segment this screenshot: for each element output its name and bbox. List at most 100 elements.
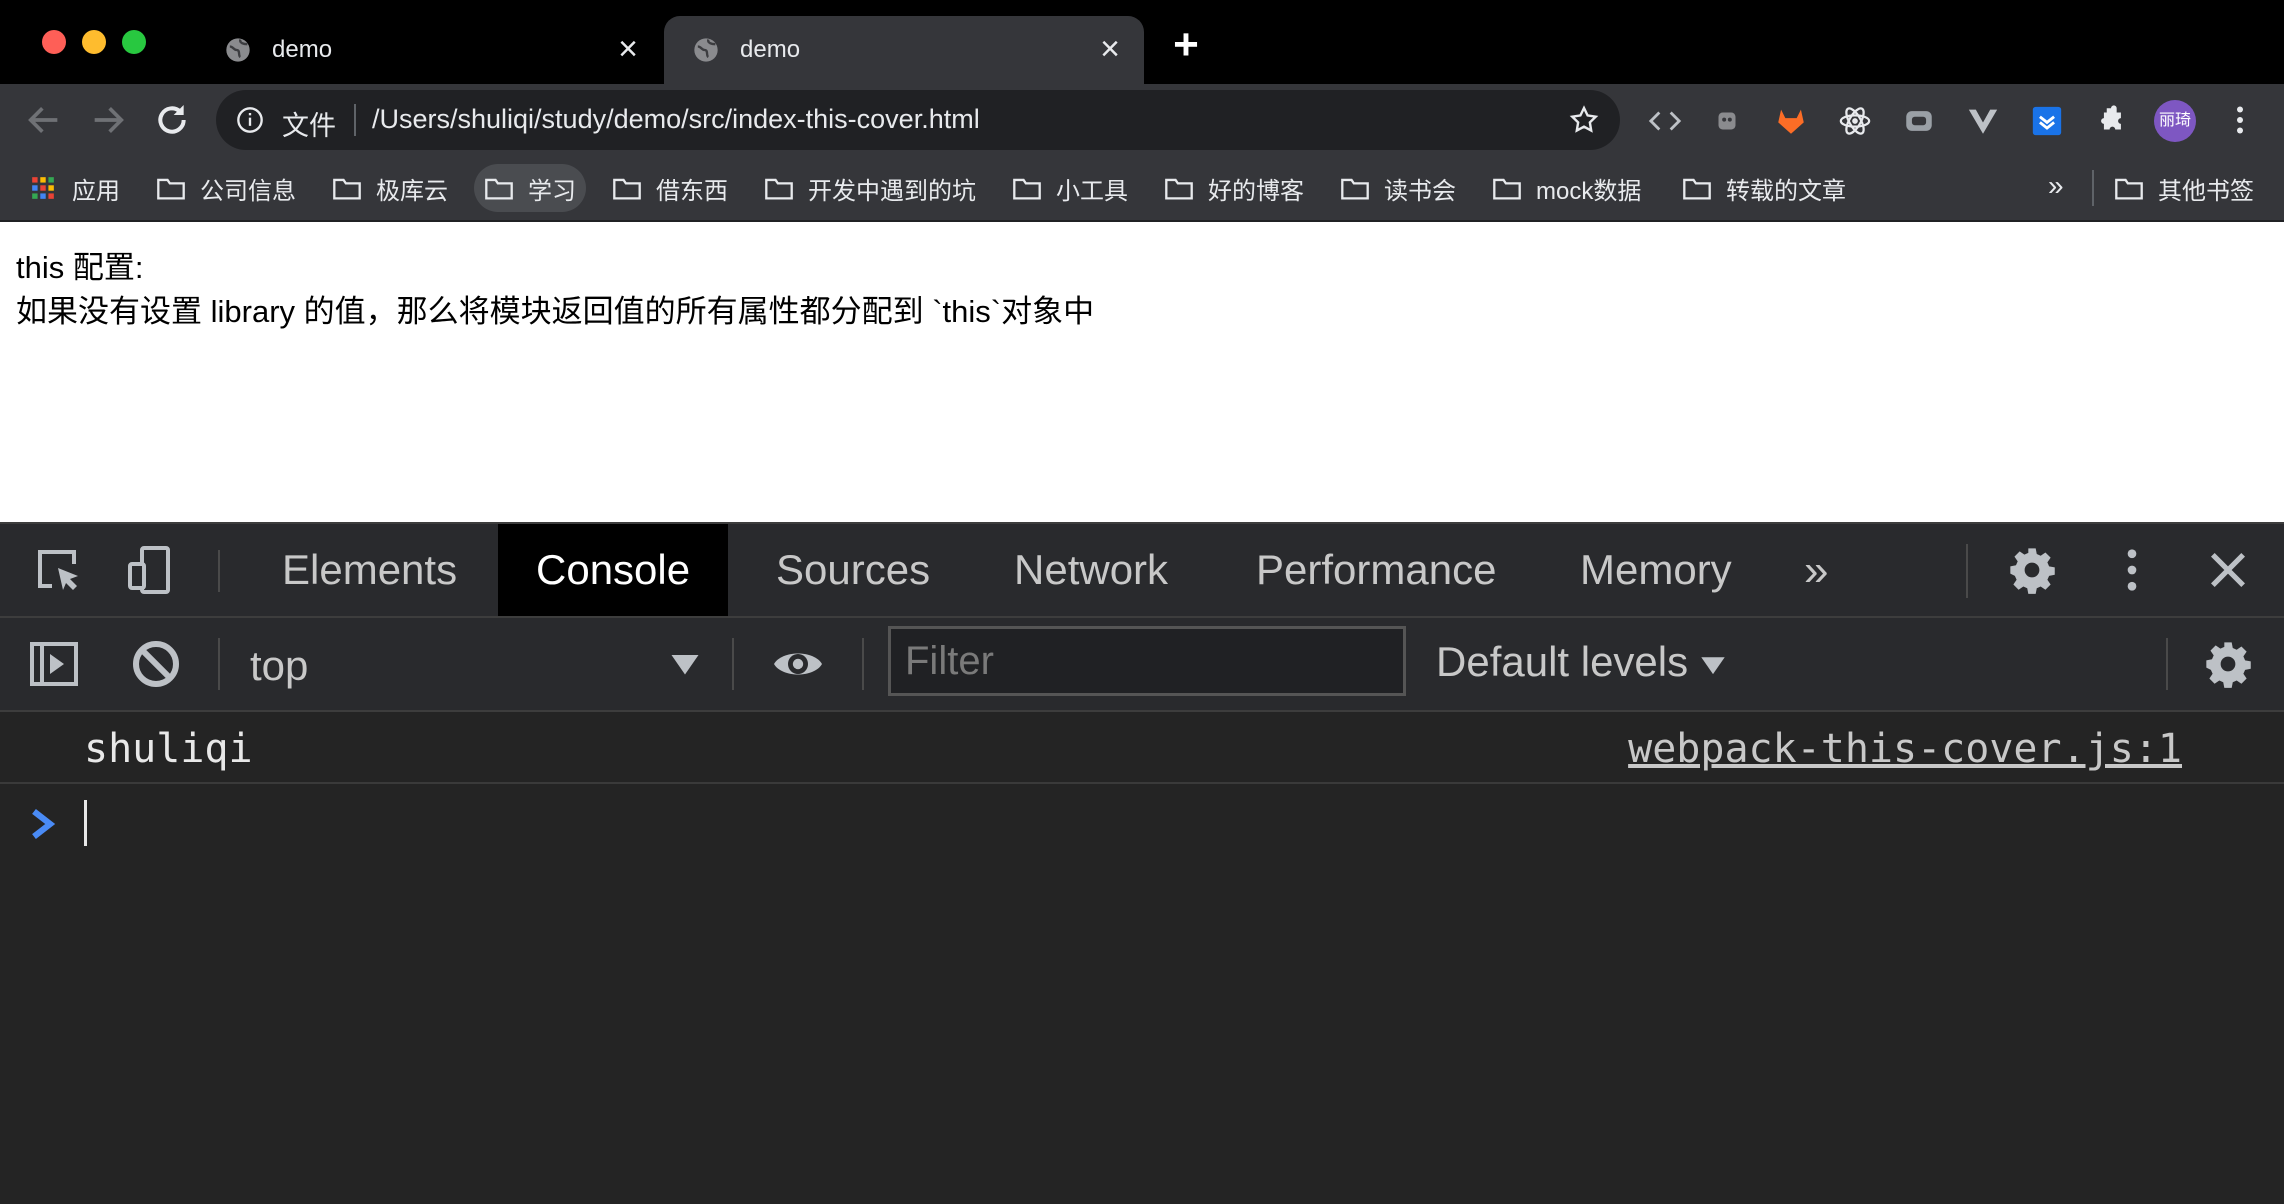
bookmark-folder[interactable]: mock数据 [1482, 164, 1651, 212]
close-icon[interactable] [2202, 544, 2254, 596]
bookmarks-bar: 应用 公司信息 极库云 学习 借东西 开发中遇到的坑 小工具 好的博客 读书会 … [0, 156, 2284, 222]
more-vertical-icon[interactable] [2106, 544, 2158, 596]
folder-icon [765, 178, 793, 200]
bookmark-folder[interactable]: 极库云 [322, 164, 458, 212]
bookmarks-overflow-button[interactable]: » [2048, 170, 2064, 202]
tab-memory[interactable]: Memory [1542, 524, 1770, 616]
page-text-line: 如果没有设置 library 的值，那么将模块返回值的所有属性都分配到 `thi… [16, 294, 1095, 329]
browser-tab-1[interactable]: demo × [196, 16, 662, 84]
bookmark-label: 读书会 [1384, 177, 1456, 205]
omnibox-divider [354, 104, 356, 136]
json-extension-icon[interactable] [1902, 104, 1936, 138]
back-arrow-icon[interactable] [24, 100, 64, 140]
bookmark-label: 其他书签 [2158, 177, 2254, 205]
text-caret [84, 800, 87, 846]
log-levels-label: Default levels [1436, 638, 1689, 685]
devtools-divider [732, 638, 734, 690]
url-text[interactable]: /Users/shuliqi/study/demo/src/index-this… [372, 104, 980, 135]
page-text-line: this 配置: [16, 250, 144, 285]
browser-tab-2-active[interactable]: demo × [664, 16, 1144, 84]
context-selector[interactable]: top [250, 642, 308, 690]
devtools-divider [1966, 544, 1968, 598]
browser-toolbar: 文件 /Users/shuliqi/study/demo/src/index-t… [0, 84, 2284, 156]
bookmark-star-icon[interactable] [1568, 104, 1600, 136]
device-toolbar-icon[interactable] [124, 544, 176, 596]
bookmark-apps[interactable]: 应用 [18, 164, 130, 212]
bookmarks-divider [2092, 170, 2094, 206]
sidebar-toggle-icon[interactable] [28, 638, 80, 690]
bookmark-folder[interactable]: 公司信息 [146, 164, 306, 212]
globe-icon [694, 38, 718, 62]
reload-icon[interactable] [152, 100, 192, 140]
bookmark-folder[interactable]: 借东西 [602, 164, 738, 212]
bookmark-label: 学习 [528, 177, 576, 205]
folder-icon [1493, 178, 1521, 200]
bookmark-other-folder[interactable]: 其他书签 [2104, 164, 2264, 212]
bookmark-folder[interactable]: 读书会 [1330, 164, 1466, 212]
folder-icon [613, 178, 641, 200]
info-icon[interactable] [236, 106, 264, 134]
devtools-divider [218, 638, 220, 690]
tab-performance[interactable]: Performance [1218, 524, 1534, 616]
devtools-divider [862, 638, 864, 690]
devtools-divider [218, 550, 220, 592]
log-source-link[interactable]: webpack-this-cover.js:1 [1628, 726, 2182, 772]
bookmark-folder-active[interactable]: 学习 [474, 164, 586, 212]
folder-icon [1165, 178, 1193, 200]
gear-icon[interactable] [2006, 544, 2058, 596]
devtools-panel: Elements Console Sources Network Perform… [0, 522, 2284, 1204]
robot-extension-icon[interactable] [1710, 104, 1744, 138]
code-view-icon[interactable] [1648, 104, 1682, 138]
console-log-row: shuliqi webpack-this-cover.js:1 [0, 712, 2284, 784]
bookmark-folder[interactable]: 好的博客 [1154, 164, 1314, 212]
folder-icon [485, 178, 513, 200]
window-minimize-button[interactable] [82, 30, 106, 54]
profile-avatar[interactable]: 丽琦 [2154, 100, 2196, 142]
console-prompt[interactable] [0, 786, 2284, 860]
download-extension-icon[interactable] [2030, 104, 2064, 138]
bookmark-label: 小工具 [1056, 177, 1128, 205]
new-tab-button[interactable]: + [1168, 23, 1204, 67]
tab-sources[interactable]: Sources [738, 524, 968, 616]
more-vertical-icon[interactable] [2222, 102, 2258, 138]
address-bar[interactable]: 文件 /Users/shuliqi/study/demo/src/index-t… [216, 90, 1620, 150]
chevron-right-icon [32, 808, 56, 840]
tab-network[interactable]: Network [976, 524, 1206, 616]
bookmark-label: 开发中遇到的坑 [808, 177, 976, 205]
log-levels-dropdown[interactable]: Default levels [1436, 638, 1726, 686]
bookmark-label: 应用 [72, 177, 120, 205]
folder-icon [1683, 178, 1711, 200]
folder-icon [2115, 178, 2143, 200]
clear-console-icon[interactable] [130, 638, 182, 690]
window-close-button[interactable] [42, 30, 66, 54]
inspect-element-icon[interactable] [32, 544, 84, 596]
eye-icon[interactable] [772, 638, 824, 690]
window-maximize-button[interactable] [122, 30, 146, 54]
tab-console[interactable]: Console [498, 524, 729, 616]
bookmark-label: mock数据 [1536, 177, 1642, 205]
bookmark-folder[interactable]: 转载的文章 [1672, 164, 1856, 212]
forward-arrow-icon[interactable] [88, 100, 128, 140]
log-message: shuliqi [84, 726, 253, 772]
bookmark-label: 极库云 [376, 177, 448, 205]
folder-icon [333, 178, 361, 200]
console-settings-gear-icon[interactable] [2202, 638, 2254, 690]
bookmark-folder[interactable]: 开发中遇到的坑 [754, 164, 986, 212]
chevron-down-icon[interactable] [670, 652, 700, 676]
vue-devtools-icon[interactable] [1966, 104, 2000, 138]
gitlab-fox-icon[interactable] [1774, 104, 1808, 138]
bookmark-folder[interactable]: 小工具 [1002, 164, 1138, 212]
puzzle-extensions-icon[interactable] [2094, 104, 2128, 138]
devtools-tab-bar: Elements Console Sources Network Perform… [0, 524, 2284, 618]
react-atom-icon[interactable] [1838, 104, 1872, 138]
filter-input[interactable] [888, 626, 1406, 696]
tab-title: demo [272, 36, 333, 63]
tab-elements[interactable]: Elements [244, 524, 495, 616]
more-tabs-button[interactable]: » [1804, 546, 1828, 596]
chevron-down-icon [1701, 657, 1725, 675]
close-tab-icon[interactable]: × [614, 32, 642, 66]
close-tab-icon[interactable]: × [1096, 32, 1124, 66]
folder-icon [1341, 178, 1369, 200]
globe-icon [226, 38, 250, 62]
apps-grid-icon [32, 177, 54, 199]
